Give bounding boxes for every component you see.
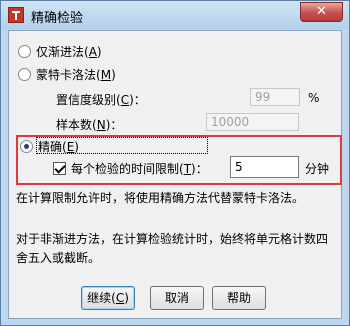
- sample-count-input[interactable]: 10000: [206, 113, 299, 131]
- time-limit-checkbox[interactable]: [53, 162, 66, 175]
- confidence-level-input[interactable]: 99: [250, 88, 300, 106]
- cancel-button[interactable]: 取消: [150, 286, 204, 310]
- confidence-level-label: 置信度级别(C)：: [56, 93, 146, 107]
- note-rounding-line1: 对于非渐进方法，在计算检验统计时，始终将单元格计数四: [16, 232, 329, 246]
- monte-carlo-label[interactable]: 蒙特卡洛法(M): [36, 66, 116, 83]
- continue-button[interactable]: 继续(C): [81, 286, 135, 310]
- app-icon: [8, 7, 24, 23]
- window-title: 精确检验: [31, 11, 84, 26]
- time-limit-input[interactable]: 5: [230, 156, 299, 178]
- asymptotic-label[interactable]: 仅渐进法(A): [36, 43, 102, 60]
- exact-radio[interactable]: [20, 140, 33, 153]
- sample-count-label: 样本数(N)：: [56, 118, 123, 132]
- close-button[interactable]: ✕: [300, 2, 343, 22]
- dialog-window: 精确检验 ✕ 仅渐进法(A) 蒙特卡洛法(M) 置信度级别(C)： 99 % 样…: [0, 0, 350, 326]
- dialog-body: 仅渐进法(A) 蒙特卡洛法(M) 置信度级别(C)： 99 % 样本数(N)： …: [8, 30, 342, 319]
- time-limit-unit: 分钟: [305, 162, 330, 176]
- monte-carlo-radio[interactable]: [18, 68, 31, 81]
- time-limit-label[interactable]: 每个检验的时间限制(T)：: [71, 160, 208, 177]
- exact-label[interactable]: 精确(E): [38, 138, 79, 155]
- note-rounding-line2: 舍五入或截断。: [16, 251, 101, 265]
- asymptotic-radio[interactable]: [18, 45, 31, 58]
- title-bar[interactable]: 精确检验 ✕: [1, 1, 349, 29]
- confidence-unit: %: [308, 91, 320, 105]
- help-button[interactable]: 帮助: [212, 286, 266, 310]
- note-exact-substitution: 在计算限制允许时，将使用精确方法代替蒙特卡洛法。: [16, 191, 305, 205]
